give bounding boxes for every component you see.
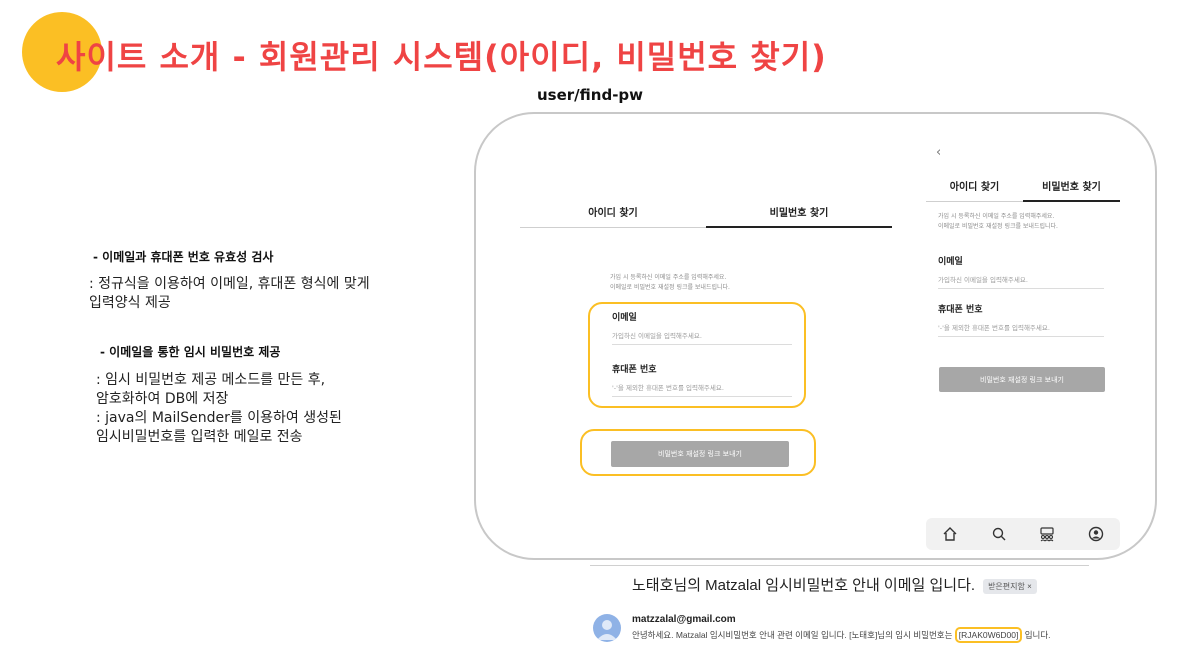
- mail-subject: 노태호님의 Matzalal 임시비밀번호 안내 이메일 입니다. 받은편지함 ×: [632, 574, 1037, 595]
- tab-find-id[interactable]: 아이디 찾기: [520, 204, 706, 228]
- mobile-phone-input[interactable]: '-'을 제외한 휴대폰 번호를 입력해주세요.: [938, 322, 1104, 337]
- section2-line3: : java의 MailSender를 이용하여 생성된: [96, 410, 342, 426]
- desktop-phone-input[interactable]: '-'을 제외한 휴대폰 번호를 입력해주세요.: [612, 382, 792, 397]
- mobile-email-label: 이메일: [938, 257, 963, 267]
- section2-line4: 임시비밀번호를 입력한 메일로 전송: [96, 429, 303, 445]
- mobile-email-input[interactable]: 가입하신 이메일을 입력해주세요.: [938, 274, 1104, 289]
- tab-find-pw[interactable]: 비밀번호 찾기: [706, 204, 892, 228]
- desktop-hint-line1: 가입 시 등록하신 이메일 주소를 입력해주세요.: [610, 274, 727, 281]
- route-label: user/find-pw: [537, 86, 644, 104]
- desktop-submit-button[interactable]: 비밀번호 재설정 링크 보내기: [611, 441, 789, 467]
- page-title: 사이트 소개 - 회원관리 시스템(아이디, 비밀번호 찾기): [56, 38, 827, 76]
- mobile-tabs: 아이디 찾기 비밀번호 찾기: [926, 178, 1120, 202]
- mobile-submit-button[interactable]: 비밀번호 재설정 링크 보내기: [939, 367, 1105, 392]
- search-icon[interactable]: [990, 525, 1008, 543]
- avatar: [593, 614, 621, 642]
- community-icon[interactable]: [1038, 525, 1056, 543]
- profile-icon[interactable]: [1087, 525, 1105, 543]
- mobile-tab-find-pw[interactable]: 비밀번호 찾기: [1023, 178, 1120, 202]
- mail-divider: [590, 565, 1089, 566]
- mobile-tab-find-id[interactable]: 아이디 찾기: [926, 178, 1023, 202]
- desktop-phone-label: 휴대폰 번호: [612, 365, 657, 375]
- section1-line2: 입력양식 제공: [89, 295, 171, 311]
- mail-body-prefix: 안녕하세요. Matzalal 임시비밀번호 안내 관련 이메일 입니다. [노…: [632, 630, 953, 640]
- section2-heading: - 이메일을 통한 임시 비밀번호 제공: [100, 345, 281, 359]
- section2-line1: : 임시 비밀번호 제공 메소드를 만든 후,: [96, 372, 326, 388]
- section2-line2: 암호화하여 DB에 저장: [96, 391, 229, 407]
- desktop-email-label: 이메일: [612, 313, 637, 323]
- temp-password: [RJAK0W6D00]: [954, 627, 1023, 643]
- inbox-tag[interactable]: 받은편지함 ×: [983, 578, 1037, 594]
- mail-body: 안녕하세요. Matzalal 임시비밀번호 안내 관련 이메일 입니다. [노…: [632, 627, 1051, 643]
- mail-subject-text: 노태호님의 Matzalal 임시비밀번호 안내 이메일 입니다.: [632, 577, 976, 594]
- section1-line1: : 정규식을 이용하여 이메일, 휴대폰 형식에 맞게: [89, 276, 370, 292]
- mail-body-suffix: 입니다.: [1024, 630, 1051, 640]
- mobile-hint-line1: 가입 시 등록하신 이메일 주소를 입력해주세요.: [938, 213, 1055, 220]
- mobile-hint-line2: 이메일로 비밀번호 재설정 링크를 보내드립니다.: [938, 223, 1058, 230]
- mail-sender: matzzalal@gmail.com: [632, 614, 736, 625]
- home-icon[interactable]: [941, 525, 959, 543]
- desktop-tabs: 아이디 찾기 비밀번호 찾기: [520, 204, 892, 228]
- desktop-email-input[interactable]: 가입하신 이메일을 입력해주세요.: [612, 330, 792, 345]
- chevron-left-icon[interactable]: ‹: [936, 145, 941, 160]
- mobile-bottom-nav: [926, 518, 1120, 550]
- desktop-hint-line2: 이메일로 비밀번호 재설정 링크를 보내드립니다.: [610, 284, 730, 291]
- mobile-phone-label: 휴대폰 번호: [938, 305, 983, 315]
- section1-heading: - 이메일과 휴대폰 번호 유효성 검사: [93, 250, 274, 264]
